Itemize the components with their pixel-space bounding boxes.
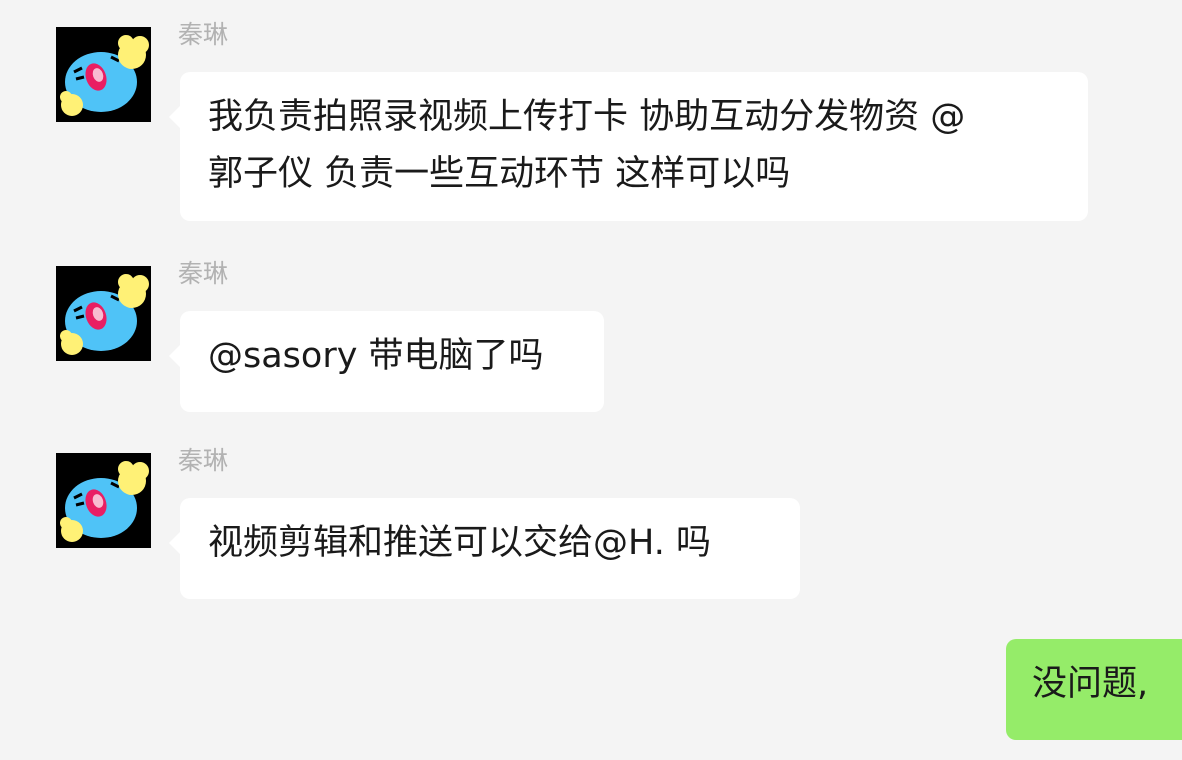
message-text: 没问题, [1032,664,1149,704]
sender-name: 秦琳 [178,259,229,288]
message-bubble[interactable]: 我负责拍照录视频上传打卡 协助互动分发物资 @ 郭子仪 负责一些互动环节 这样可… [169,72,1088,221]
avatar[interactable] [56,27,151,122]
message-bubble[interactable]: 视频剪辑和推送可以交给@H. 吗 [169,498,800,599]
blue-cat-sticker-icon [56,453,151,548]
avatar[interactable] [56,453,151,548]
blue-cat-sticker-icon [56,266,151,361]
sender-name: 秦琳 [178,446,229,475]
chat-message-list[interactable]: 秦琳 我负责拍照录视频上传打卡 协助互动分发物资 @ 郭子仪 负责一些互动环节 … [0,0,1182,760]
sender-name: 秦琳 [178,20,229,49]
avatar[interactable] [56,266,151,361]
blue-cat-sticker-icon [56,27,151,122]
message-text: 我负责拍照录视频上传打卡 协助互动分发物资 @ 郭子仪 负责一些互动环节 这样可… [208,97,966,194]
message-text: @sasory 带电脑了吗 [208,336,544,376]
message-text: 视频剪辑和推送可以交给@H. 吗 [208,523,711,563]
message-bubble[interactable]: @sasory 带电脑了吗 [169,311,604,412]
message-bubble[interactable]: 没问题, [1006,639,1182,740]
